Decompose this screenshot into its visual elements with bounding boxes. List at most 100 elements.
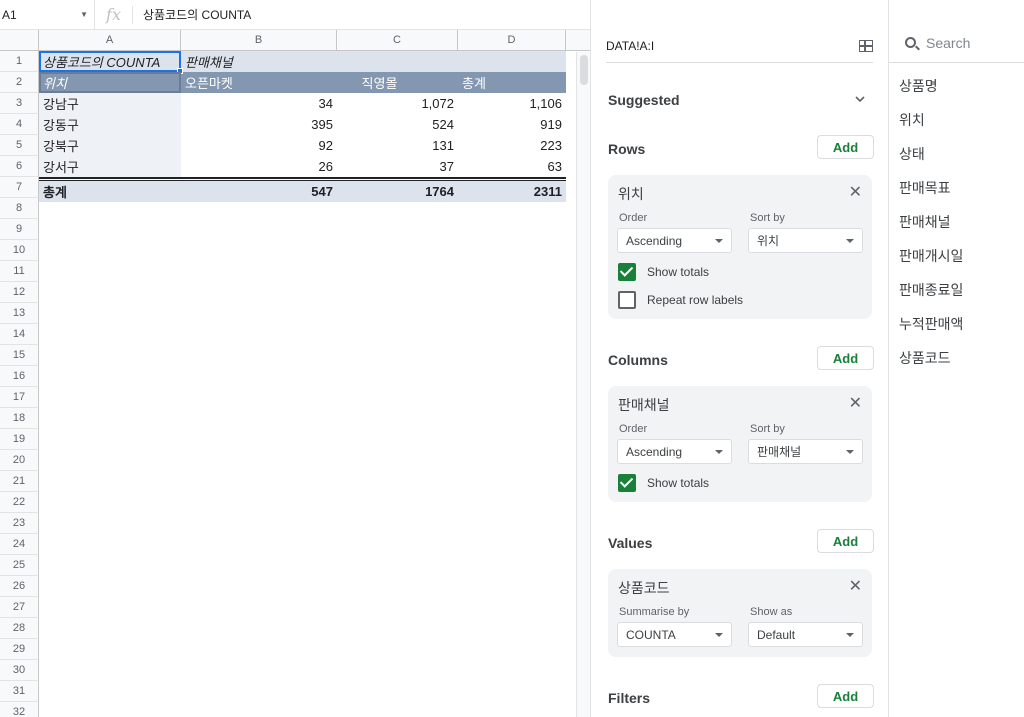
pivot-grand-total-cell[interactable]: 547 xyxy=(181,181,337,202)
row-header[interactable]: 30 xyxy=(0,660,39,681)
add-columns-button[interactable]: Add xyxy=(817,346,874,370)
columns-show-totals-checkbox[interactable] xyxy=(618,474,636,492)
vertical-scrollbar[interactable] xyxy=(576,52,590,717)
columns-sortby-select[interactable]: 판매채널 xyxy=(748,439,863,464)
row-header[interactable]: 14 xyxy=(0,324,39,345)
pivot-cell[interactable]: 63 xyxy=(458,156,566,177)
row-header[interactable]: 27 xyxy=(0,597,39,618)
pivot-cell[interactable]: 34 xyxy=(181,93,337,114)
row-header[interactable]: 1 xyxy=(0,51,39,72)
pivot-cell[interactable]: 524 xyxy=(337,114,458,135)
field-item[interactable]: 누적판매액 xyxy=(899,314,963,334)
summarise-by-select[interactable]: COUNTA xyxy=(617,622,732,647)
pivot-cell[interactable]: 395 xyxy=(181,114,337,135)
row-header[interactable]: 7 xyxy=(0,177,39,198)
row-header[interactable]: 5 xyxy=(0,135,39,156)
pivot-cell[interactable]: 223 xyxy=(458,135,566,156)
rows-sortby-select[interactable]: 위치 xyxy=(748,228,863,253)
row-header[interactable]: 18 xyxy=(0,408,39,429)
select-all-corner[interactable] xyxy=(0,30,39,51)
pivot-grand-total-cell[interactable]: 1764 xyxy=(337,181,458,202)
pivot-cell[interactable]: 131 xyxy=(337,135,458,156)
pivot-grand-total-cell[interactable]: 2311 xyxy=(458,181,566,202)
row-header[interactable]: 2 xyxy=(0,72,39,93)
repeat-row-labels-checkbox[interactable] xyxy=(618,291,636,309)
column-header-a[interactable]: A xyxy=(39,30,181,51)
row-header[interactable]: 9 xyxy=(0,219,39,240)
pivot-value-label[interactable]: 상품코드의 COUNTA xyxy=(39,51,181,72)
pivot-cell[interactable]: 92 xyxy=(181,135,337,156)
pivot-column-item[interactable]: 총계 xyxy=(458,72,566,93)
pivot-row-item[interactable]: 강북구 xyxy=(39,135,181,156)
pivot-row-item[interactable]: 강서구 xyxy=(39,156,181,177)
field-search-input[interactable]: Search xyxy=(889,23,1024,63)
row-header[interactable]: 12 xyxy=(0,282,39,303)
columns-order-select[interactable]: Ascending xyxy=(617,439,732,464)
field-item[interactable]: 위치 xyxy=(899,110,925,130)
row-header[interactable]: 10 xyxy=(0,240,39,261)
field-item[interactable]: 판매채널 xyxy=(899,212,951,232)
row-header[interactable]: 29 xyxy=(0,639,39,660)
field-item[interactable]: 상품명 xyxy=(899,76,938,96)
row-header[interactable]: 16 xyxy=(0,366,39,387)
show-as-select[interactable]: Default xyxy=(748,622,863,647)
chevron-down-icon[interactable] xyxy=(855,94,865,104)
pivot-row-item[interactable]: 강동구 xyxy=(39,114,181,135)
row-header[interactable]: 11 xyxy=(0,261,39,282)
suggested-heading[interactable]: Suggested xyxy=(608,92,680,108)
select-range-icon[interactable] xyxy=(859,40,873,52)
add-filters-button[interactable]: Add xyxy=(817,684,874,708)
row-header[interactable]: 25 xyxy=(0,555,39,576)
rows-show-totals-checkbox[interactable] xyxy=(618,263,636,281)
field-item[interactable]: 상품코드 xyxy=(899,348,951,368)
close-icon[interactable]: ✕ xyxy=(849,576,862,596)
row-header[interactable]: 31 xyxy=(0,681,39,702)
row-header[interactable]: 8 xyxy=(0,198,39,219)
pivot-cell[interactable]: 26 xyxy=(181,156,337,177)
rows-order-select[interactable]: Ascending xyxy=(617,228,732,253)
row-header[interactable]: 28 xyxy=(0,618,39,639)
row-header[interactable]: 21 xyxy=(0,471,39,492)
row-header[interactable]: 6 xyxy=(0,156,39,177)
field-item[interactable]: 상태 xyxy=(899,144,925,164)
pivot-column-item[interactable]: 직영몰 xyxy=(337,72,458,93)
column-header-c[interactable]: C xyxy=(337,30,458,51)
row-header[interactable]: 24 xyxy=(0,534,39,555)
row-header[interactable]: 3 xyxy=(0,93,39,114)
add-rows-button[interactable]: Add xyxy=(817,135,874,159)
pivot-grand-total-label[interactable]: 총계 xyxy=(39,181,181,202)
row-header[interactable]: 20 xyxy=(0,450,39,471)
row-header[interactable]: 26 xyxy=(0,576,39,597)
row-header[interactable]: 4 xyxy=(0,114,39,135)
row-header[interactable]: 13 xyxy=(0,303,39,324)
column-header-d[interactable]: D xyxy=(458,30,566,51)
pivot-column-item[interactable]: 오픈마켓 xyxy=(181,72,337,93)
pivot-cell[interactable]: 1,106 xyxy=(458,93,566,114)
pivot-row-field-label[interactable]: 위치 xyxy=(39,72,181,93)
field-item[interactable]: 판매목표 xyxy=(899,178,951,198)
show-as-value: Default xyxy=(757,627,796,642)
pivot-row-item[interactable]: 강남구 xyxy=(39,93,181,114)
pivot-column-field-label[interactable]: 판매채널 xyxy=(181,51,337,72)
rows-heading: Rows xyxy=(608,141,646,157)
scrollbar-thumb[interactable] xyxy=(580,55,588,85)
field-list-panel: Search 상품명 위치 상태 판매목표 판매채널 판매개시일 판매종료일 누… xyxy=(888,0,1024,717)
row-header[interactable]: 19 xyxy=(0,429,39,450)
pivot-cell[interactable]: 37 xyxy=(337,156,458,177)
row-header[interactable]: 32 xyxy=(0,702,39,717)
data-range[interactable]: DATA!A:I xyxy=(606,30,873,63)
close-icon[interactable]: ✕ xyxy=(849,182,862,202)
field-item[interactable]: 판매개시일 xyxy=(899,246,963,266)
pivot-cell[interactable]: 1,072 xyxy=(337,93,458,114)
add-values-button[interactable]: Add xyxy=(817,529,874,553)
row-header[interactable]: 17 xyxy=(0,387,39,408)
pivot-cell[interactable]: 919 xyxy=(458,114,566,135)
field-item[interactable]: 판매종료일 xyxy=(899,280,963,300)
row-header[interactable]: 22 xyxy=(0,492,39,513)
row-header[interactable]: 23 xyxy=(0,513,39,534)
column-header-b[interactable]: B xyxy=(181,30,337,51)
close-icon[interactable]: ✕ xyxy=(849,393,862,413)
formula-input[interactable]: 상품코드의 COUNTA xyxy=(133,6,251,23)
row-header[interactable]: 15 xyxy=(0,345,39,366)
name-box[interactable]: A1 ▼ xyxy=(0,0,95,30)
